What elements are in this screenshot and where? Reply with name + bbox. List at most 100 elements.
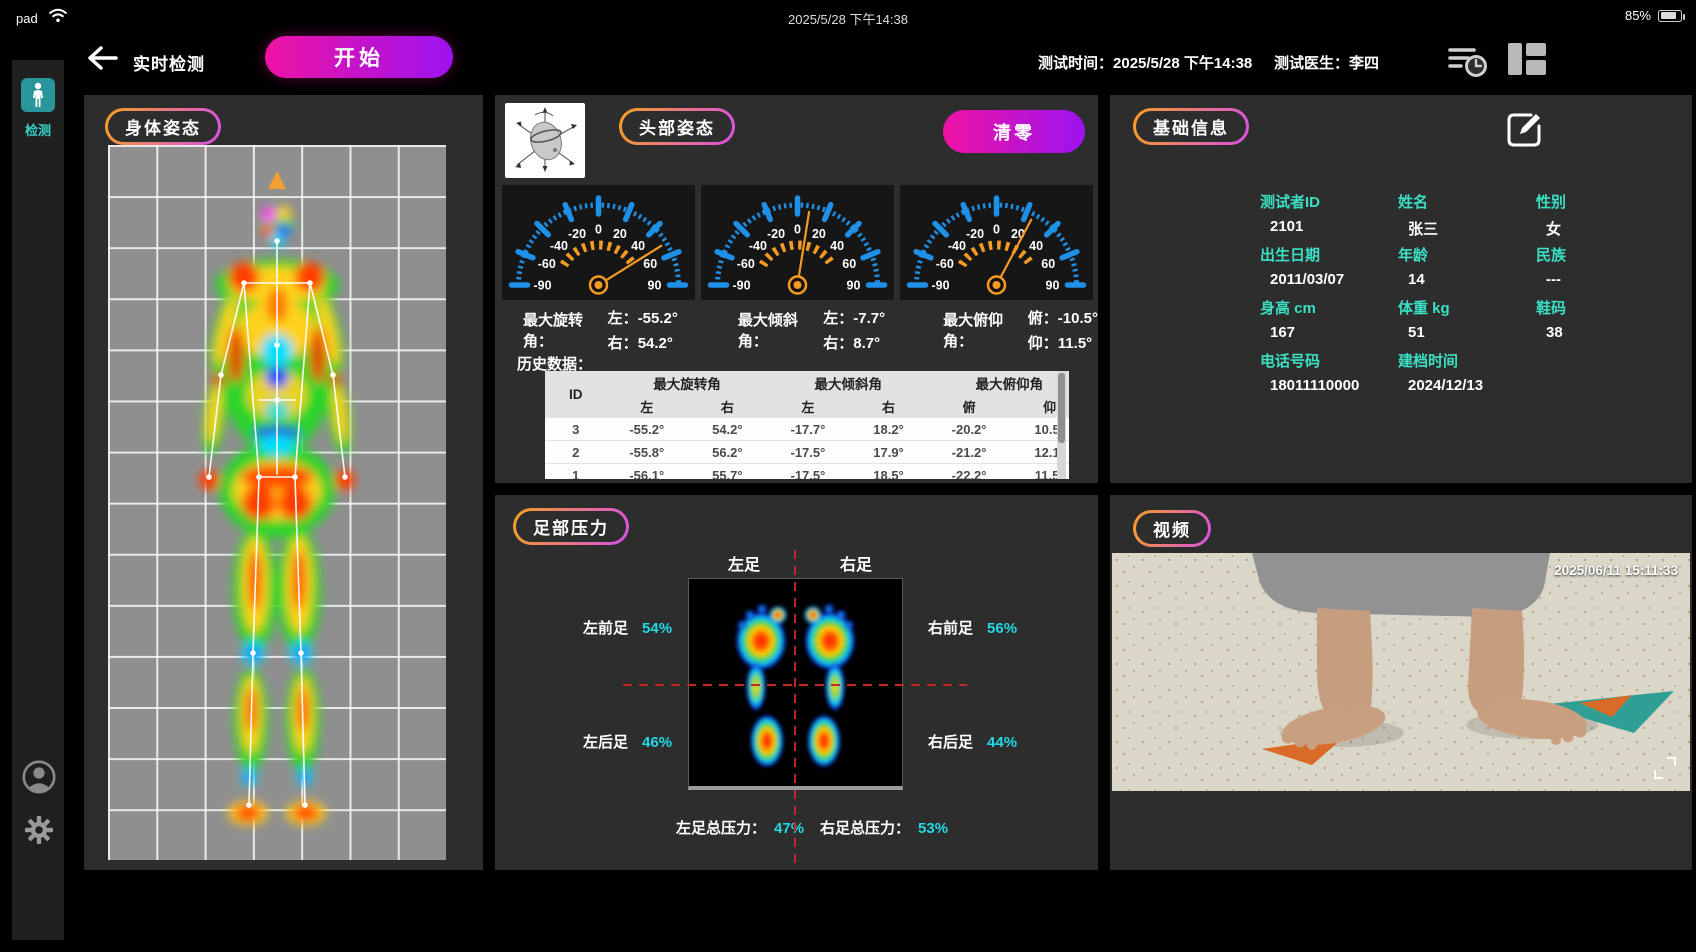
svg-text:-60: -60 <box>936 257 954 271</box>
basic-info-panel: 基础信息 测试者ID 姓名 性别 2101 张三 女 出生日期 年龄 民族 20… <box>1110 95 1692 483</box>
app-root: pad 2025/5/28 下午14:38 85% 实时检测 开始 测试时间：2… <box>0 0 1696 952</box>
video-feed-image <box>1112 553 1690 791</box>
field-label: 身高 cm <box>1260 297 1398 324</box>
doctor-label: 测试医生： <box>1274 55 1349 72</box>
gauge-pitch: -90-60-40-20020406090 <box>900 185 1093 300</box>
body-posture-panel: 身体姿态 <box>84 95 483 870</box>
svg-text:20: 20 <box>613 227 627 241</box>
svg-text:40: 40 <box>631 239 645 253</box>
pitch-down: 俯：-10.5° <box>1028 307 1098 328</box>
right-foot-label: 右足 <box>840 551 872 575</box>
head-posture-panel: 头部姿态 清零 -90-60-40-20020406090 -90-60-40-… <box>495 95 1098 483</box>
svg-text:-20: -20 <box>966 227 984 241</box>
field-value: 18011110000 <box>1260 377 1398 404</box>
doctor-name: 李四 <box>1349 55 1379 72</box>
body-thermal-view <box>108 145 446 860</box>
user-profile-icon[interactable] <box>22 760 56 799</box>
left-rearfoot-stat: 左后足46% <box>583 731 672 752</box>
svg-text:90: 90 <box>648 279 662 293</box>
tilt-metric-label: 最大倾斜角： <box>738 309 815 351</box>
back-arrow-icon <box>86 42 120 74</box>
right-total-pressure: 右足总压力：53% <box>820 817 948 838</box>
status-bar: pad 2025/5/28 下午14:38 85% <box>0 0 1696 32</box>
svg-text:-60: -60 <box>737 257 755 271</box>
clear-button[interactable]: 清零 <box>943 110 1085 153</box>
test-time: 测试时间：2025/5/28 下午14:38 <box>1038 52 1252 73</box>
svg-text:60: 60 <box>842 257 856 271</box>
table-row[interactable]: 3-55.2°54.2°-17.7°18.2°-20.2°10.5° <box>545 418 1069 441</box>
page-title: 实时检测 <box>133 50 205 75</box>
person-standing-icon <box>21 78 55 112</box>
basic-info-title-pill: 基础信息 <box>1133 108 1249 145</box>
field-value: 2024/12/13 <box>1398 377 1536 404</box>
svg-text:40: 40 <box>1029 239 1043 253</box>
tilt-right: 右：8.7° <box>823 332 885 353</box>
body-posture-title: 身体姿态 <box>108 111 218 142</box>
col-group-tilt: 最大倾斜角 <box>768 371 929 395</box>
subcol-down: 俯 <box>929 395 1010 418</box>
svg-text:90: 90 <box>1046 279 1060 293</box>
head-posture-title-pill: 头部姿态 <box>619 108 735 145</box>
svg-text:-60: -60 <box>538 257 556 271</box>
table-row[interactable]: 2-55.8°56.2°-17.5°17.9°-21.2°12.1° <box>545 441 1069 464</box>
layout-grid-icon[interactable] <box>1507 42 1547 81</box>
svg-text:0: 0 <box>794 223 801 237</box>
gauge-readouts: 最大旋转角： 左：-55.2° 右：54.2° 最大倾斜角： 左：-7.7° 右… <box>495 307 1098 353</box>
field-value: 2011/03/07 <box>1260 271 1398 298</box>
field-value: 2101 <box>1260 218 1398 245</box>
basic-info-title: 基础信息 <box>1136 111 1246 142</box>
right-forefoot-stat: 右前足56% <box>928 617 1017 638</box>
head-axes-diagram <box>505 103 585 178</box>
field-label: 电话号码 <box>1260 350 1398 377</box>
svg-text:90: 90 <box>847 279 861 293</box>
battery-icon <box>1658 10 1682 22</box>
svg-text:-40: -40 <box>550 239 568 253</box>
field-value: 女 <box>1536 218 1646 245</box>
field-value: 38 <box>1536 324 1646 351</box>
field-label: 性别 <box>1536 191 1646 218</box>
status-datetime: 2025/5/28 下午14:38 <box>0 9 1696 28</box>
svg-text:0: 0 <box>993 223 1000 237</box>
field-label: 年龄 <box>1398 244 1536 271</box>
foot-pressure-title: 足部压力 <box>516 511 626 542</box>
svg-text:0: 0 <box>595 223 602 237</box>
field-label: 姓名 <box>1398 191 1536 218</box>
pitch-up: 仰：11.5° <box>1028 332 1098 353</box>
sidebar-item-label: 检测 <box>12 120 64 139</box>
col-group-pitch: 最大俯仰角 <box>929 371 1069 395</box>
back-button[interactable] <box>86 42 120 74</box>
settings-gear-icon[interactable] <box>24 815 54 850</box>
tilt-left: 左：-7.7° <box>823 307 885 328</box>
svg-text:-90: -90 <box>931 279 949 293</box>
body-posture-title-pill: 身体姿态 <box>105 108 221 145</box>
battery-percent: 85% <box>1625 8 1651 23</box>
col-group-rotation: 最大旋转角 <box>606 371 767 395</box>
right-rearfoot-stat: 右后足44% <box>928 731 1017 752</box>
fullscreen-icon[interactable] <box>1654 757 1676 779</box>
rotation-left: 左：-55.2° <box>608 307 678 328</box>
history-records-icon[interactable] <box>1448 44 1488 83</box>
table-row[interactable]: 1-56.1°55.7°-17.5°18.5°-22.2°11.5° <box>545 464 1069 480</box>
video-title-pill: 视频 <box>1133 510 1211 547</box>
field-label: 建档时间 <box>1398 350 1536 377</box>
test-time-label: 测试时间： <box>1038 55 1113 72</box>
start-button[interactable]: 开始 <box>265 36 453 78</box>
subcol-right2: 右 <box>848 395 929 418</box>
field-value: 51 <box>1398 324 1536 351</box>
svg-text:-40: -40 <box>948 239 966 253</box>
col-id: ID <box>545 371 606 418</box>
svg-text:40: 40 <box>830 239 844 253</box>
left-foot-label: 左足 <box>728 551 760 575</box>
left-total-pressure: 左足总压力：47% <box>676 817 804 838</box>
svg-text:-20: -20 <box>767 227 785 241</box>
test-time-value: 2025/5/28 下午14:38 <box>1113 55 1252 72</box>
sidebar-item-detect[interactable]: 检测 <box>12 78 64 139</box>
test-doctor: 测试医生：李四 <box>1274 52 1379 73</box>
pitch-readout: 最大俯仰角： 俯：-10.5° 仰：11.5° <box>943 307 1098 353</box>
field-label: 测试者ID <box>1260 191 1398 218</box>
center-dashed-line-vertical <box>794 550 796 863</box>
table-scrollbar[interactable] <box>1057 371 1066 479</box>
edit-icon[interactable] <box>1503 109 1545 151</box>
rotation-readout: 最大旋转角： 左：-55.2° 右：54.2° <box>523 307 678 353</box>
field-value: 14 <box>1398 271 1536 298</box>
